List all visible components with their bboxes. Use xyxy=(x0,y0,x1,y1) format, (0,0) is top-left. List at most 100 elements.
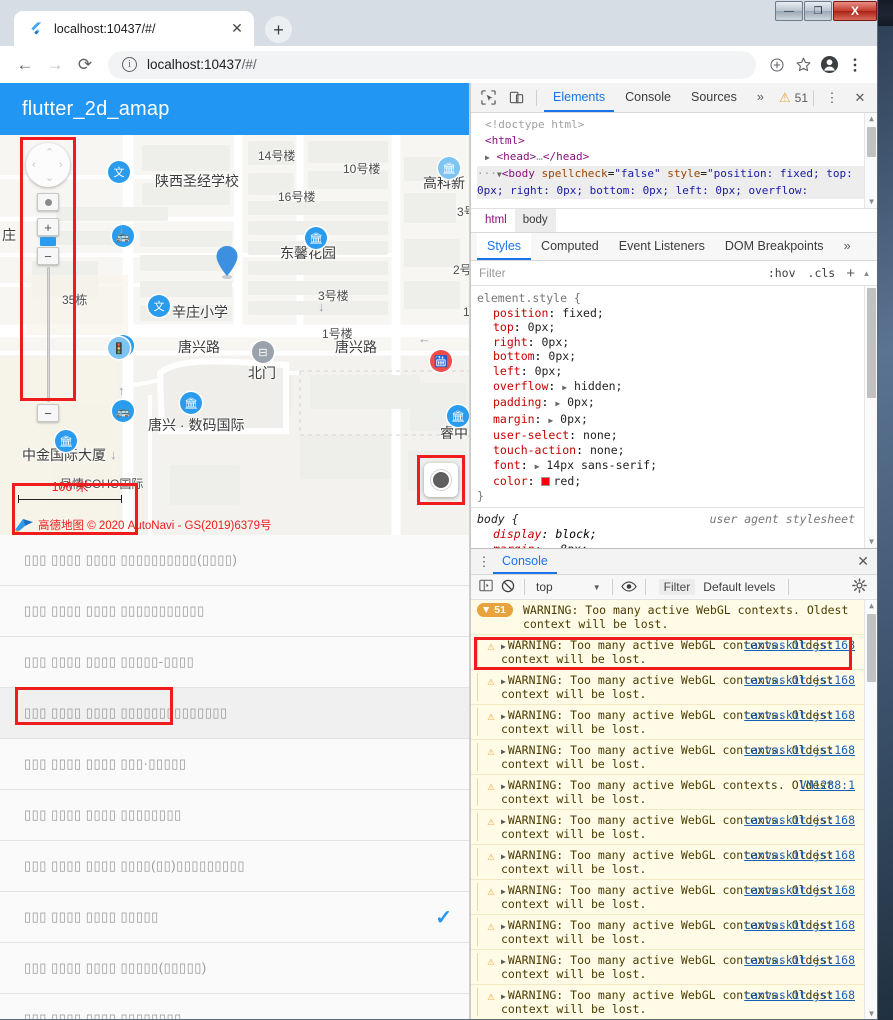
console-entry-source-link[interactable]: canvaskit.js:168 xyxy=(744,743,855,757)
map-poi-icon[interactable]: ⊟ xyxy=(252,341,274,363)
map-poi-icon[interactable]: 🏛 xyxy=(180,392,202,414)
console-group-row[interactable]: ▼ 51 WARNING: Too many active WebGL cont… xyxy=(471,600,877,635)
poi-result-list[interactable]: ▯▯▯ ▯▯▯▯ ▯▯▯▯ ▯▯▯▯▯▯▯▯▯▯(▯▯▯▯) ▯▯▯ ▯▯▯▯ ▯… xyxy=(0,535,469,1019)
css-declaration[interactable]: color: red; xyxy=(477,474,877,489)
tab-sources[interactable]: Sources xyxy=(682,83,746,112)
styles-filter-input[interactable]: Filter xyxy=(479,266,762,280)
expand-triangle-icon[interactable]: ▶ xyxy=(501,992,506,1001)
profile-icon[interactable] xyxy=(816,52,842,78)
console-log-entry[interactable]: ⚠ ▶ WARNING: Too many active WebGL context… xyxy=(471,915,877,950)
drawer-kebab-icon[interactable]: ⋮ xyxy=(475,554,493,570)
console-entry-source-link[interactable]: canvaskit.js:168 xyxy=(744,918,855,932)
console-log-list[interactable]: ▼ 51 WARNING: Too many active WebGL cont… xyxy=(471,600,877,1019)
site-info-icon[interactable]: i xyxy=(122,57,137,72)
new-style-rule-button[interactable]: + xyxy=(841,265,860,282)
color-swatch[interactable] xyxy=(541,477,551,487)
map-poi-icon[interactable]: 🏛 xyxy=(438,157,460,179)
scroll-down-arrow-icon[interactable]: ▼ xyxy=(865,536,877,548)
styles-scrollbar[interactable]: ▼ xyxy=(864,286,877,548)
console-log-entry[interactable]: ⚠ ▶ WARNING: Too many active WebGL context… xyxy=(471,775,877,810)
dom-tree-scrollbar[interactable]: ▲ ▼ xyxy=(864,113,877,208)
console-entry-source-link[interactable]: canvaskit.js:168 xyxy=(744,953,855,967)
tab-overflow-chevron[interactable]: » xyxy=(748,83,773,112)
zoom-min-button[interactable]: − xyxy=(37,404,59,422)
console-entry-source-link[interactable]: canvaskit.js:168 xyxy=(744,638,855,652)
console-entry-source-link[interactable]: canvaskit.js:168 xyxy=(744,813,855,827)
styles-scroll-up-arrow-icon[interactable]: ▲ xyxy=(860,269,873,278)
tab-computed[interactable]: Computed xyxy=(531,233,609,260)
expand-triangle-icon[interactable]: ▶ xyxy=(501,712,506,721)
scroll-up-arrow-icon[interactable]: ▲ xyxy=(865,113,877,125)
pan-compass-control[interactable]: ⌃ ⌄ ‹ › xyxy=(26,143,70,187)
scroll-down-arrow-icon[interactable]: ▼ xyxy=(865,1008,877,1019)
cls-toggle-button[interactable]: .cls xyxy=(802,266,842,280)
map-poi-icon[interactable]: 文 xyxy=(108,161,130,183)
css-declaration-ua[interactable]: margin: ▶ 8px; xyxy=(477,542,877,549)
breadcrumb-html[interactable]: html xyxy=(477,209,515,232)
new-tab-button[interactable]: + xyxy=(265,16,292,43)
list-item[interactable]: ▯▯▯ ▯▯▯▯ ▯▯▯▯ ▯▯▯▯▯ ✓ xyxy=(0,892,469,943)
css-declaration[interactable]: right: 0px; xyxy=(477,335,877,350)
list-item[interactable]: ▯▯▯ ▯▯▯▯ ▯▯▯▯ ▯▯▯▯▯(▯▯▯▯▯) xyxy=(0,943,469,994)
dom-tree-view[interactable]: <!doctype html> <html> ▶ <head>…</head> ···… xyxy=(471,113,877,208)
dom-tree-line[interactable]: <html> xyxy=(477,133,877,149)
console-filter-input[interactable]: Filter xyxy=(658,579,696,595)
clear-console-icon[interactable] xyxy=(497,579,519,596)
tab-styles[interactable]: Styles xyxy=(477,233,532,260)
map-poi-icon[interactable]: 🏛 xyxy=(55,430,77,452)
tab-dom-breakpoints[interactable]: DOM Breakpoints xyxy=(715,233,834,260)
console-log-levels-dropdown[interactable]: Default levels xyxy=(695,580,783,594)
list-item[interactable]: ▯▯▯ ▯▯▯▯ ▯▯▯▯ ▯▯▯▯▯▯▯▯▯▯▯ xyxy=(0,586,469,637)
forward-icon[interactable]: → xyxy=(40,50,70,80)
breadcrumb-body[interactable]: body xyxy=(514,209,556,232)
expand-triangle-icon[interactable]: ▶ xyxy=(501,747,506,756)
reload-icon[interactable]: ⟳ xyxy=(70,50,100,80)
expand-triangle-icon[interactable]: ▶ xyxy=(501,817,506,826)
browser-tab[interactable]: localhost:10437/#/ ✕ xyxy=(14,11,254,46)
scroll-down-arrow-icon[interactable]: ▼ xyxy=(865,196,877,208)
list-item[interactable]: ▯▯▯ ▯▯▯▯ ▯▯▯▯ ▯▯▯▯▯-▯▯▯▯ xyxy=(0,637,469,688)
map-poi-icon[interactable]: 🛗 xyxy=(430,350,452,372)
drawer-tab-console[interactable]: Console xyxy=(493,549,557,574)
console-log-entry[interactable]: ⚠ ▶ WARNING: Too many active WebGL context… xyxy=(471,810,877,845)
console-scrollbar[interactable]: ▲ ▼ xyxy=(864,600,877,1019)
scrollbar-thumb[interactable] xyxy=(867,614,876,682)
expand-triangle-icon[interactable]: ▶ xyxy=(501,642,506,651)
dom-tree-line[interactable]: ▶ <head>…</head> xyxy=(477,149,877,166)
menu-kebab-icon[interactable] xyxy=(842,52,868,78)
devtools-close-icon[interactable]: ✕ xyxy=(847,86,873,110)
list-item[interactable]: ▯▯▯ ▯▯▯▯ ▯▯▯▯ ▯▯▯·▯▯▯▯▯ xyxy=(0,739,469,790)
css-declaration-ua[interactable]: display: block; xyxy=(477,527,877,542)
tab-console[interactable]: Console xyxy=(616,83,680,112)
dom-tree-line[interactable]: 0px; right: 0px; bottom: 0px; left: 0px;… xyxy=(477,183,877,199)
amap-map[interactable]: 14号楼10号楼高科新陕西圣经学校16号楼3号2号楼东馨花园3号楼辛庄小学1号楼… xyxy=(0,135,469,535)
star-icon[interactable] xyxy=(790,52,816,78)
back-icon[interactable]: ← xyxy=(10,50,40,80)
console-entry-source-link[interactable]: canvaskit.js:168 xyxy=(744,673,855,687)
console-log-entry[interactable]: ⚠ ▶ WARNING: Too many active WebGL context… xyxy=(471,845,877,880)
expand-triangle-icon[interactable]: ▶ xyxy=(501,677,506,686)
expand-triangle-icon[interactable]: ▶ xyxy=(501,782,506,791)
console-group-badge[interactable]: ▼ 51 xyxy=(477,603,513,617)
tab-close-icon[interactable]: ✕ xyxy=(228,20,246,38)
console-log-entry[interactable]: ⚠ ▶ WARNING: Too many active WebGL context… xyxy=(471,950,877,985)
device-toolbar-icon[interactable] xyxy=(503,86,529,110)
scroll-up-arrow-icon[interactable]: ▲ xyxy=(865,600,877,612)
console-entry-source-link[interactable]: canvaskit.js:168 xyxy=(744,988,855,1002)
zoom-slider-track[interactable] xyxy=(46,267,50,402)
console-sidebar-icon[interactable] xyxy=(475,579,497,595)
css-declaration[interactable]: user-select: none; xyxy=(477,428,877,443)
css-declaration[interactable]: top: 0px; xyxy=(477,320,877,335)
console-log-entry[interactable]: ⚠ ▶ WARNING: Too many active WebGL context… xyxy=(471,880,877,915)
hov-toggle-button[interactable]: :hov xyxy=(762,266,802,280)
dom-tree-line[interactable]: <!doctype html> xyxy=(477,117,877,133)
map-poi-icon[interactable]: 文 xyxy=(148,295,170,317)
css-declaration[interactable]: touch-action: none; xyxy=(477,443,877,458)
console-context-selector[interactable]: top ▼ xyxy=(530,580,607,594)
address-bar[interactable]: i localhost:10437/#/ xyxy=(108,50,756,79)
css-declaration[interactable]: padding: ▶ 0px; xyxy=(477,395,877,412)
warning-count-badge[interactable]: ⚠ 51 xyxy=(779,90,808,106)
scrollbar-thumb[interactable] xyxy=(867,127,876,157)
css-declaration[interactable]: margin: ▶ 0px; xyxy=(477,412,877,429)
zoom-in-button[interactable]: + xyxy=(37,218,59,236)
